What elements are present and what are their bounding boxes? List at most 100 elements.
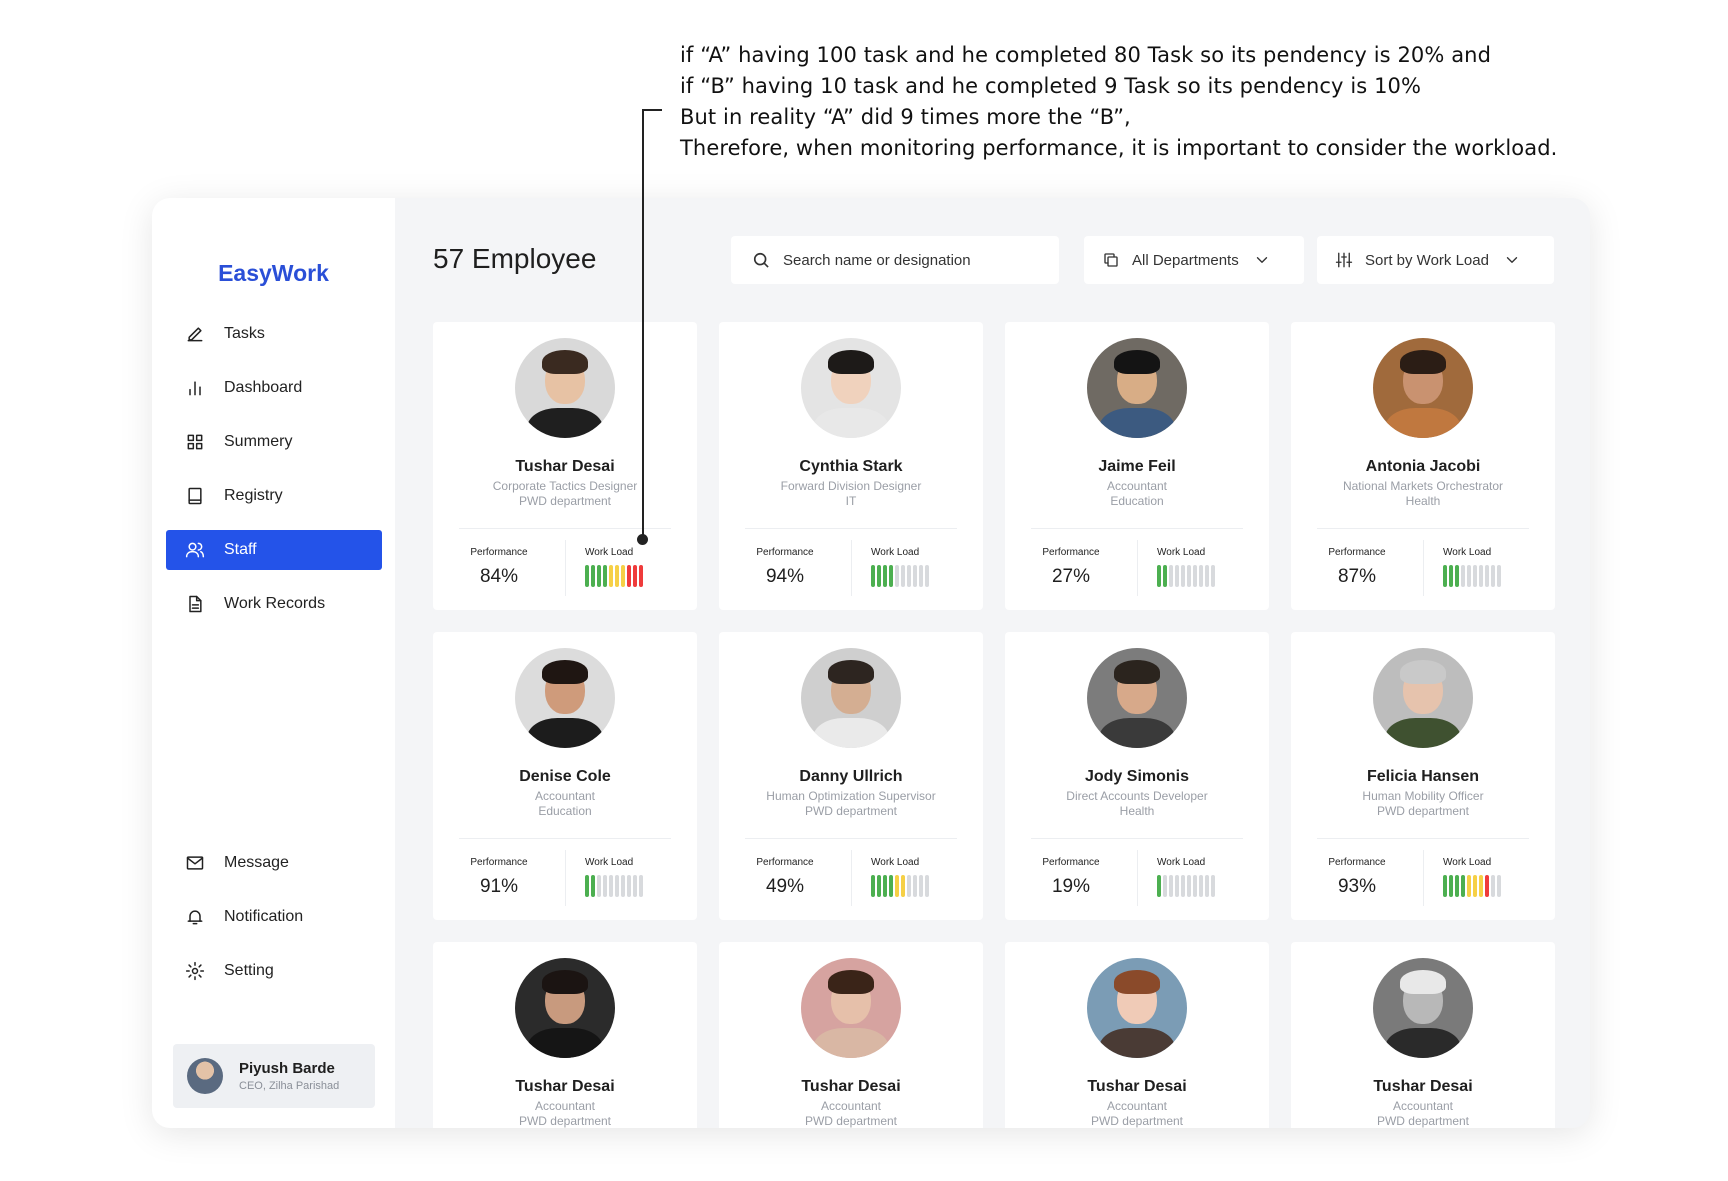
workload-bar	[1187, 875, 1191, 897]
users-icon	[184, 539, 206, 561]
workload-bar	[639, 875, 643, 897]
workload-bar	[1211, 875, 1215, 897]
employee-role: Direct Accounts Developer	[1066, 789, 1208, 803]
divider	[1317, 528, 1529, 529]
workload-bar	[1479, 875, 1483, 897]
employee-department: PWD department	[804, 1114, 898, 1128]
avatar	[1087, 648, 1187, 748]
employee-card[interactable]: Tushar Desai Accountant PWD department	[719, 942, 983, 1128]
employee-name: Tushar Desai	[515, 458, 615, 475]
employee-card[interactable]: Denise Cole Accountant Education Performanc…	[433, 632, 697, 920]
performance-value: 49%	[765, 876, 805, 897]
employee-card[interactable]: Tushar Desai Accountant PWD department	[433, 942, 697, 1128]
divider	[565, 540, 566, 596]
mail-icon	[184, 852, 206, 874]
nav-label: Tasks	[224, 325, 265, 342]
workload-bar	[1491, 565, 1495, 587]
nav-item-work-records[interactable]: Work Records	[166, 584, 382, 624]
employee-role: Forward Division Designer	[780, 479, 922, 493]
annotation-line: if “A” having 100 task and he completed …	[680, 43, 1491, 67]
search-box[interactable]	[731, 236, 1059, 284]
workload-bar	[1169, 565, 1173, 587]
sort-dropdown[interactable]: Sort by Work Load	[1317, 236, 1554, 284]
department-filter-dropdown[interactable]: All Departments	[1084, 236, 1304, 284]
workload-bar	[1461, 565, 1465, 587]
workload-bar	[639, 565, 643, 587]
profile-name: Piyush Barde	[239, 1060, 335, 1077]
divider	[459, 838, 671, 839]
nav-item-tasks[interactable]: Tasks	[166, 314, 382, 354]
workload-bar	[1461, 875, 1465, 897]
employee-card[interactable]: Danny Ullrich Human Optimization Supervis…	[719, 632, 983, 920]
employee-department: PWD department	[1376, 804, 1470, 818]
workload-bar	[1199, 565, 1203, 587]
sidebar: EasyWork Tasks Dashboard Summery Registr…	[152, 198, 395, 1128]
nav-item-message[interactable]: Message	[166, 843, 382, 883]
performance-label: Performance	[1042, 547, 1100, 558]
nav-item-registry[interactable]: Registry	[166, 476, 382, 516]
performance-label: Performance	[756, 547, 814, 558]
workload-meter	[1443, 565, 1501, 587]
workload-bar	[907, 565, 911, 587]
employee-name: Felicia Hansen	[1366, 768, 1480, 785]
workload-bar	[877, 875, 881, 897]
divider	[1137, 540, 1138, 596]
workload-bar	[1443, 875, 1447, 897]
employee-card[interactable]: Cynthia Stark Forward Division Designer IT…	[719, 322, 983, 610]
brand-logo: EasyWork	[218, 260, 329, 286]
annotation-line: Therefore, when monitoring performance, …	[680, 136, 1558, 160]
performance-value: 91%	[479, 876, 519, 897]
employee-card[interactable]: Tushar Desai Accountant PWD department	[1005, 942, 1269, 1128]
workload-bar	[1449, 875, 1453, 897]
employee-name: Jaime Feil	[1098, 458, 1176, 475]
employee-name: Cynthia Stark	[799, 458, 903, 475]
nav-label: Notification	[224, 908, 304, 925]
employee-card[interactable]: Jaime Feil Accountant Education Performance…	[1005, 322, 1269, 610]
search-input[interactable]	[783, 251, 1033, 269]
employee-card[interactable]: Jody Simonis Direct Accounts Developer Hea…	[1005, 632, 1269, 920]
workload-bar	[1491, 875, 1495, 897]
bell-icon	[184, 906, 206, 928]
workload-bar	[1467, 875, 1471, 897]
employee-card[interactable]: Tushar Desai Corporate Tactics Designer PW…	[433, 322, 697, 610]
performance-value: 19%	[1051, 876, 1091, 897]
nav-item-summery[interactable]: Summery	[166, 422, 382, 462]
nav-label: Summery	[224, 433, 293, 450]
workload-label: Work Load	[1443, 857, 1492, 868]
workload-bar	[591, 875, 595, 897]
employee-role: Human Mobility Officer	[1362, 789, 1484, 803]
performance-label: Performance	[1328, 547, 1386, 558]
avatar	[801, 338, 901, 438]
workload-bar	[919, 875, 923, 897]
workload-label: Work Load	[871, 547, 920, 558]
workload-bar	[895, 875, 899, 897]
employee-role: Accountant	[1106, 1099, 1168, 1113]
employee-department: PWD department	[804, 804, 898, 818]
performance-label: Performance	[470, 547, 528, 558]
user-profile[interactable]: Piyush Barde CEO, Zilha Parishad	[173, 1044, 375, 1108]
employee-department: Education	[538, 804, 592, 818]
nav-item-staff[interactable]: Staff	[166, 530, 382, 570]
nav-item-dashboard[interactable]: Dashboard	[166, 368, 382, 408]
employee-name: Denise Cole	[519, 768, 611, 785]
employee-card[interactable]: Tushar Desai Accountant PWD department	[1291, 942, 1555, 1128]
employee-card[interactable]: Felicia Hansen Human Mobility Officer PWD …	[1291, 632, 1555, 920]
nav-item-notification[interactable]: Notification	[166, 897, 382, 937]
workload-label: Work Load	[585, 857, 634, 868]
callout-line	[642, 109, 662, 111]
workload-label: Work Load	[1443, 547, 1492, 558]
copy-icon	[1104, 253, 1118, 267]
employee-role: Human Optimization Supervisor	[766, 789, 936, 803]
workload-bar	[1181, 565, 1185, 587]
workload-meter	[871, 565, 929, 587]
divider	[745, 528, 957, 529]
performance-value: 93%	[1337, 876, 1377, 897]
workload-bar	[925, 875, 929, 897]
workload-bar	[1175, 875, 1179, 897]
nav-item-setting[interactable]: Setting	[166, 951, 382, 991]
workload-bar	[633, 565, 637, 587]
workload-bar	[615, 565, 619, 587]
performance-label: Performance	[1328, 857, 1386, 868]
employee-card[interactable]: Antonia Jacobi National Markets Orchestra…	[1291, 322, 1555, 610]
nav-label: Dashboard	[224, 379, 303, 396]
